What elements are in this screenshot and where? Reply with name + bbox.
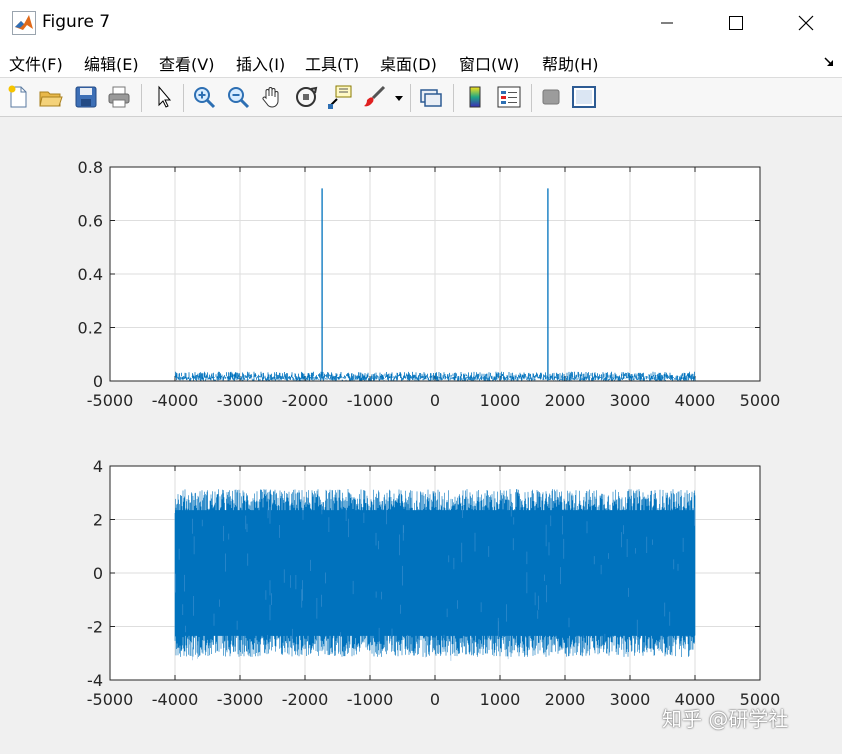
x-tick-label: -3000 bbox=[217, 391, 264, 410]
open-file-icon[interactable] bbox=[38, 84, 64, 110]
y-tick-label: 0 bbox=[93, 564, 103, 583]
toolbar-separator bbox=[183, 84, 184, 112]
x-tick-label: -4000 bbox=[152, 391, 199, 410]
brush-dropdown-icon[interactable] bbox=[393, 84, 405, 110]
print-icon[interactable] bbox=[106, 84, 132, 110]
y-tick-label: 0.6 bbox=[78, 212, 103, 231]
dock-arrow-icon[interactable] bbox=[823, 56, 835, 68]
menu-window[interactable]: 窗口(W) bbox=[459, 51, 519, 75]
link-plot-icon[interactable] bbox=[418, 84, 444, 110]
close-button[interactable] bbox=[771, 0, 841, 45]
save-icon[interactable] bbox=[73, 84, 99, 110]
colorbar-icon[interactable] bbox=[462, 84, 488, 110]
toolbar-separator bbox=[410, 84, 411, 112]
pan-hand-icon[interactable] bbox=[259, 84, 285, 110]
x-tick-label: 0 bbox=[430, 690, 440, 709]
y-tick-label: -4 bbox=[87, 671, 103, 690]
x-tick-label: 1000 bbox=[480, 391, 521, 410]
phase-signal-line bbox=[174, 489, 696, 657]
zoom-in-icon[interactable] bbox=[191, 84, 217, 110]
menu-edit[interactable]: 编辑(E) bbox=[84, 51, 139, 75]
x-tick-label: 1000 bbox=[480, 690, 521, 709]
watermark: 知乎 @研学社 bbox=[662, 707, 789, 731]
y-tick-label: 4 bbox=[93, 457, 103, 476]
zoom-out-icon[interactable] bbox=[225, 84, 251, 110]
brush-icon[interactable] bbox=[362, 84, 388, 110]
data-cursor-icon[interactable] bbox=[327, 84, 353, 110]
menu-help[interactable]: 帮助(H) bbox=[542, 51, 599, 75]
title-bar: Figure 7 bbox=[0, 0, 842, 45]
x-tick-label: -1000 bbox=[347, 391, 394, 410]
maximize-icon bbox=[729, 15, 743, 30]
x-tick-label: 5000 bbox=[740, 391, 781, 410]
y-tick-label: 0.2 bbox=[78, 319, 103, 338]
hide-plot-tools-icon[interactable] bbox=[538, 84, 564, 110]
new-figure-icon[interactable] bbox=[5, 84, 31, 110]
y-tick-label: 0 bbox=[93, 372, 103, 391]
axes-2[interactable]: -5000 -4000 -3000 -2000 -1000 0 1000 2000 3000 4 0… bbox=[87, 457, 781, 709]
y-tick-label: -2 bbox=[87, 618, 103, 637]
minimize-button[interactable] bbox=[632, 0, 702, 45]
maximize-button[interactable] bbox=[701, 0, 771, 45]
show-plot-tools-icon[interactable] bbox=[571, 84, 597, 110]
axes-1[interactable]: -5000 -4000 -3000 -2000 -1000 0 1000 2000 3000 40… bbox=[78, 158, 781, 410]
figure-toolbar bbox=[0, 77, 842, 117]
plots-svg[interactable]: -5000 -4000 -3000 -2000 -1000 0 1000 2000 3000 40… bbox=[0, 117, 842, 750]
menu-tools[interactable]: 工具(T) bbox=[305, 51, 359, 75]
toolbar-separator bbox=[453, 84, 454, 112]
menu-view[interactable]: 查看(V) bbox=[159, 51, 214, 75]
x-tick-label: 0 bbox=[430, 391, 440, 410]
x-tick-label: 4000 bbox=[675, 391, 716, 410]
legend-icon[interactable] bbox=[496, 84, 522, 110]
figure-canvas[interactable]: -5000 -4000 -3000 -2000 -1000 0 1000 2000 3000 40… bbox=[0, 117, 842, 750]
y-tick-label: 0.4 bbox=[78, 265, 103, 284]
minimize-icon bbox=[661, 22, 673, 23]
menu-insert[interactable]: 插入(I) bbox=[236, 51, 285, 75]
x-tick-label: 3000 bbox=[610, 391, 651, 410]
x-tick-label: -1000 bbox=[347, 690, 394, 709]
toolbar-separator bbox=[141, 84, 142, 112]
x-tick-label: 3000 bbox=[610, 690, 651, 709]
pointer-icon[interactable] bbox=[151, 84, 177, 110]
menu-file[interactable]: 文件(F) bbox=[9, 51, 63, 75]
x-tick-label: -2000 bbox=[282, 391, 329, 410]
x-tick-label: -2000 bbox=[282, 690, 329, 709]
toolbar-separator bbox=[531, 84, 532, 112]
x-tick-label: -5000 bbox=[87, 690, 134, 709]
matlab-logo-icon bbox=[12, 11, 36, 35]
y-tick-label: 2 bbox=[93, 511, 103, 530]
rotate-3d-icon[interactable] bbox=[293, 84, 319, 110]
window-title: Figure 7 bbox=[42, 12, 111, 32]
x-tick-label: -5000 bbox=[87, 391, 134, 410]
y-tick-label: 0.8 bbox=[78, 158, 103, 177]
x-tick-label: 2000 bbox=[545, 690, 586, 709]
menu-desktop[interactable]: 桌面(D) bbox=[380, 51, 437, 75]
close-icon bbox=[798, 15, 814, 30]
x-tick-label: -3000 bbox=[217, 690, 264, 709]
x-tick-label: -4000 bbox=[152, 690, 199, 709]
menu-bar: 文件(F) 编辑(E) 查看(V) 插入(I) 工具(T) 桌面(D) 窗口(W… bbox=[0, 45, 842, 77]
x-tick-label: 2000 bbox=[545, 391, 586, 410]
